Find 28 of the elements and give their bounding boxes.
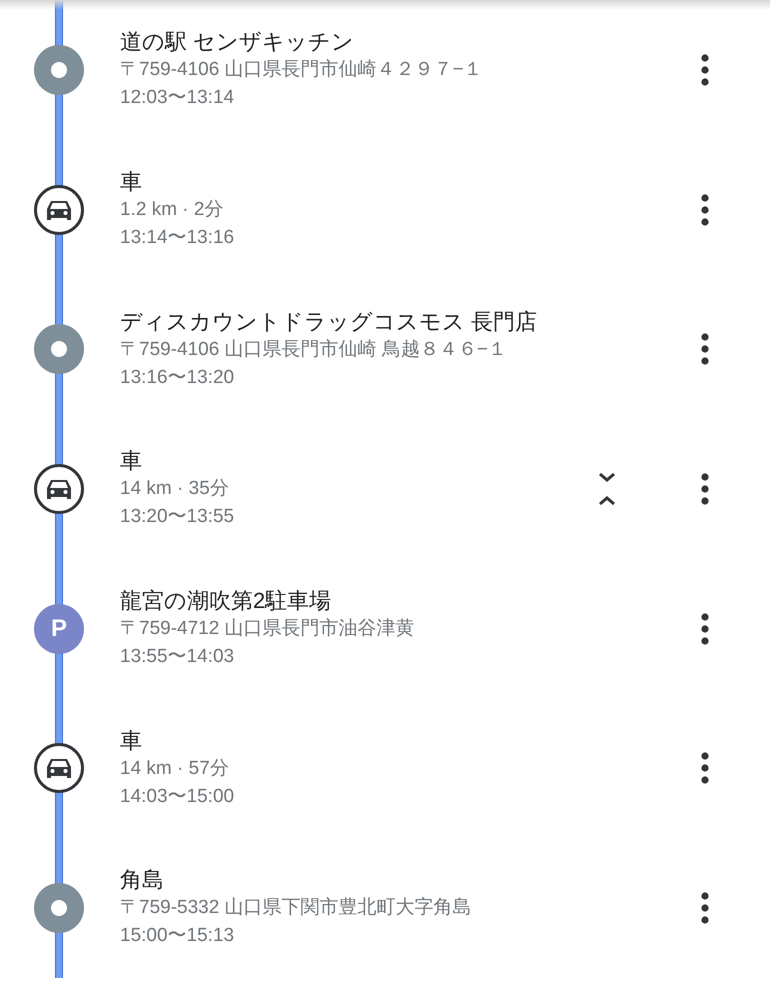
car-icon xyxy=(34,743,84,794)
time-range: 15:00〜15:13 xyxy=(120,924,236,948)
distance-duration: 14 km · 57分 xyxy=(120,756,230,781)
address: 〒759-4106 山口県長門市仙崎４２９７−１ xyxy=(120,58,484,82)
distance-duration: 1.2 km · 2分 xyxy=(120,198,224,222)
stop-title: ディスカウントドラッグコスモス 長門店 xyxy=(120,308,538,336)
distance-duration: 14 km · 35分 xyxy=(120,477,230,502)
car-icon xyxy=(34,184,84,235)
time-range: 13:14〜13:16 xyxy=(120,226,236,250)
time-range: 14:03〜15:00 xyxy=(120,784,236,809)
stop-title: 角島 xyxy=(120,866,165,894)
time-range: 13:16〜13:20 xyxy=(120,366,236,390)
stop-title: 車 xyxy=(120,726,143,755)
time-range: 13:55〜14:03 xyxy=(120,645,236,670)
address: 〒759-4712 山口県長門市油谷津黄 xyxy=(120,617,416,642)
time-range: 12:03〜13:14 xyxy=(120,86,236,110)
address: 〒759-5332 山口県下関市豊北町大字角島 xyxy=(120,896,473,920)
time-range: 13:20〜13:55 xyxy=(120,505,236,530)
stop-title: 車 xyxy=(120,447,143,476)
place-marker-icon xyxy=(34,44,84,95)
car-icon xyxy=(34,464,84,514)
address: 〒759-4106 山口県長門市仙崎 鳥越８４６−１ xyxy=(120,338,508,362)
stop-title: 車 xyxy=(120,168,143,196)
parking-badge: P xyxy=(34,604,84,654)
stop-title: 龍宮の潮吹第2駐車場 xyxy=(120,587,332,616)
place-marker-icon xyxy=(34,882,84,933)
stop-title: 道の駅 センザキッチン xyxy=(120,28,356,56)
place-marker-icon xyxy=(34,324,84,374)
